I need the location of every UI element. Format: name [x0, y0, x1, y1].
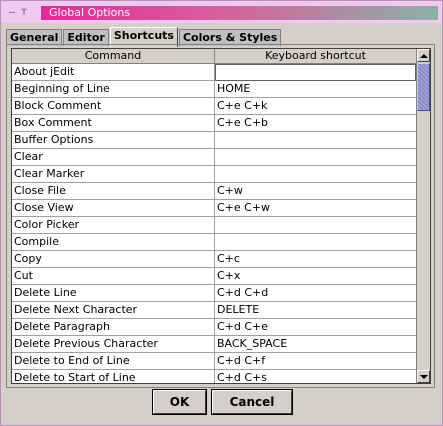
table-body: About jEdit Beginning of Line HOME Block Co…: [12, 64, 416, 383]
shortcut-cell[interactable]: DELETE: [215, 302, 416, 319]
table-row[interactable]: Delete to End of Line C+d C+f: [12, 353, 416, 370]
column-header-command[interactable]: Command: [12, 49, 215, 63]
scroll-up-icon: [419, 53, 428, 58]
scroll-down-button[interactable]: [417, 370, 430, 383]
shortcut-cell[interactable]: C+c: [215, 251, 416, 268]
command-cell[interactable]: Close View: [12, 200, 215, 217]
shortcut-cell[interactable]: C+d C+f: [215, 353, 416, 370]
title-gradient: Global Options: [41, 6, 438, 20]
table-row[interactable]: About jEdit: [12, 64, 416, 81]
button-bar: OK Cancel: [1, 389, 442, 416]
command-cell[interactable]: Color Picker: [12, 217, 215, 234]
shortcut-cell[interactable]: C+e C+b: [215, 115, 416, 132]
minimize-icon[interactable]: —: [7, 7, 17, 18]
command-cell[interactable]: Delete Previous Character: [12, 336, 215, 353]
command-cell[interactable]: Close File: [12, 183, 215, 200]
command-cell[interactable]: Compile: [12, 234, 215, 251]
tab-bar: General Editor Shortcuts Colors & Styles: [6, 27, 282, 47]
table-row[interactable]: Clear: [12, 149, 416, 166]
shortcut-cell[interactable]: C+d C+d: [215, 285, 416, 302]
shortcut-cell[interactable]: [215, 166, 416, 183]
table-row[interactable]: Delete Paragraph C+d C+e: [12, 319, 416, 336]
cancel-button[interactable]: Cancel: [211, 389, 293, 415]
window-title: Global Options: [49, 6, 131, 19]
window-controls: — ⊤: [7, 5, 29, 19]
table-row[interactable]: Delete Line C+d C+d: [12, 285, 416, 302]
dialog-content: General Editor Shortcuts Colors & Styles…: [1, 23, 442, 425]
shortcut-cell[interactable]: [215, 64, 416, 81]
command-cell[interactable]: Delete Paragraph: [12, 319, 215, 336]
shortcut-cell[interactable]: HOME: [215, 81, 416, 98]
table-row[interactable]: Block Comment C+e C+k: [12, 98, 416, 115]
ok-button[interactable]: OK: [152, 389, 207, 415]
table-row[interactable]: Delete to Start of Line C+d C+s: [12, 370, 416, 383]
command-cell[interactable]: Box Comment: [12, 115, 215, 132]
table-row[interactable]: Beginning of Line HOME: [12, 81, 416, 98]
shortcut-cell[interactable]: [215, 149, 416, 166]
command-cell[interactable]: Copy: [12, 251, 215, 268]
command-cell[interactable]: About jEdit: [12, 64, 215, 81]
command-cell[interactable]: Buffer Options: [12, 132, 215, 149]
shortcuts-table: Command Keyboard shortcut About jEdit Beg…: [11, 48, 431, 384]
command-cell[interactable]: Delete to End of Line: [12, 353, 215, 370]
scroll-down-icon: [419, 374, 428, 379]
pin-icon[interactable]: ⊤: [19, 7, 29, 18]
table-row[interactable]: Compile: [12, 234, 416, 251]
shortcut-cell[interactable]: C+d C+e: [215, 319, 416, 336]
shortcut-cell[interactable]: C+w: [215, 183, 416, 200]
table-row[interactable]: Box Comment C+e C+b: [12, 115, 416, 132]
shortcut-cell[interactable]: C+d C+s: [215, 370, 416, 383]
table-row[interactable]: Close View C+e C+w: [12, 200, 416, 217]
table-header: Command Keyboard shortcut: [12, 49, 416, 64]
shortcut-cell[interactable]: BACK_SPACE: [215, 336, 416, 353]
vertical-scrollbar[interactable]: [416, 49, 430, 383]
scroll-up-button[interactable]: [417, 49, 430, 62]
table-row[interactable]: Buffer Options: [12, 132, 416, 149]
shortcut-cell[interactable]: C+e C+w: [215, 200, 416, 217]
shortcuts-panel: Command Keyboard shortcut About jEdit Beg…: [6, 44, 435, 388]
command-cell[interactable]: Cut: [12, 268, 215, 285]
title-bar[interactable]: — ⊤ Global Options: [1, 1, 442, 23]
table-row[interactable]: Close File C+w: [12, 183, 416, 200]
shortcut-cell[interactable]: [215, 234, 416, 251]
table-row[interactable]: Clear Marker: [12, 166, 416, 183]
shortcut-cell[interactable]: [215, 132, 416, 149]
command-cell[interactable]: Beginning of Line: [12, 81, 215, 98]
table-row[interactable]: Delete Next Character DELETE: [12, 302, 416, 319]
table-row[interactable]: Color Picker: [12, 217, 416, 234]
scroll-thumb[interactable]: [417, 63, 430, 111]
command-cell[interactable]: Clear: [12, 149, 215, 166]
global-options-window: — ⊤ Global Options General Editor Shortc…: [0, 0, 443, 426]
table-row[interactable]: Cut C+x: [12, 268, 416, 285]
table-row[interactable]: Delete Previous Character BACK_SPACE: [12, 336, 416, 353]
command-cell[interactable]: Delete Next Character: [12, 302, 215, 319]
column-header-shortcut[interactable]: Keyboard shortcut: [215, 49, 416, 63]
command-cell[interactable]: Delete to Start of Line: [12, 370, 215, 383]
shortcut-cell[interactable]: [215, 217, 416, 234]
command-cell[interactable]: Delete Line: [12, 285, 215, 302]
shortcut-cell[interactable]: C+e C+k: [215, 98, 416, 115]
command-cell[interactable]: Block Comment: [12, 98, 215, 115]
shortcut-cell[interactable]: C+x: [215, 268, 416, 285]
table-row[interactable]: Copy C+c: [12, 251, 416, 268]
command-cell[interactable]: Clear Marker: [12, 166, 215, 183]
